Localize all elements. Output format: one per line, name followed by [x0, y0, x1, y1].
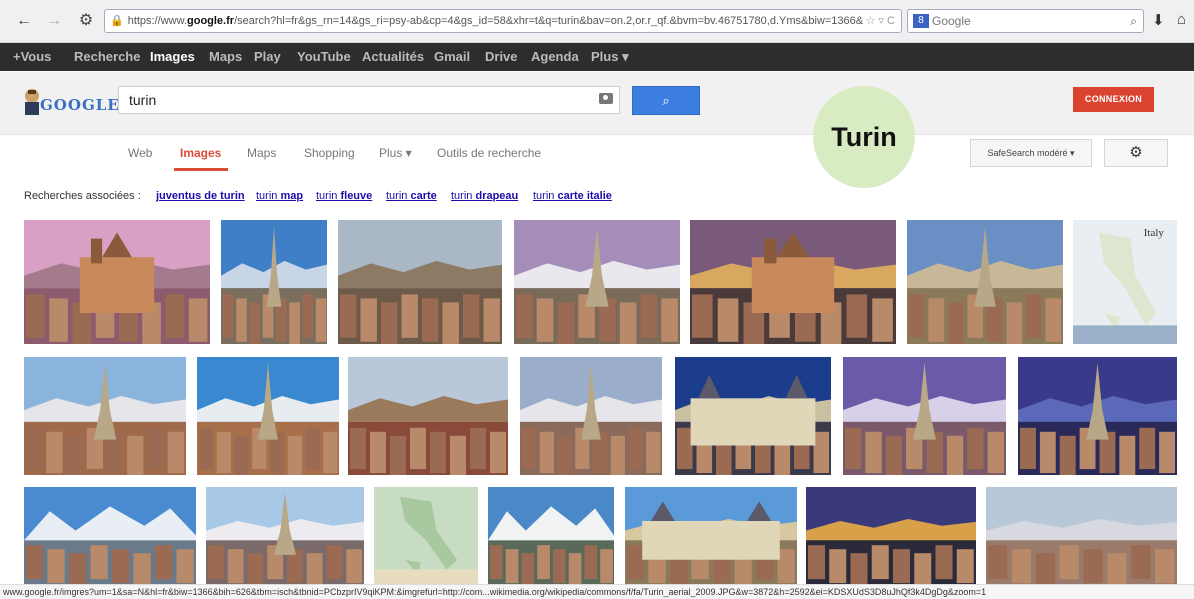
safesearch-dropdown[interactable]: SafeSearch modéré ▾ [970, 139, 1092, 167]
turin-annotation-circle: Turin [813, 86, 915, 188]
site-identity-icon[interactable]: ⚙ [76, 11, 96, 31]
related-link-map[interactable]: turin map [256, 190, 303, 202]
image-result-thumbnail[interactable] [24, 487, 196, 584]
google-engine-icon: 8 [913, 14, 929, 28]
image-result-thumbnail[interactable] [907, 220, 1063, 344]
bookmark-star-icon[interactable]: ☆ ▿ C [866, 10, 895, 32]
forward-arrow-icon[interactable]: → [44, 11, 64, 31]
gbar-item-youtube[interactable]: YouTube [297, 43, 351, 71]
search-input[interactable]: turin [118, 86, 620, 114]
browser-search-box[interactable]: 8 Google ⌕ [907, 9, 1144, 33]
image-result-thumbnail[interactable] [206, 487, 364, 584]
gbar-item-vous[interactable]: +Vous [13, 43, 51, 71]
address-bar[interactable]: 🔒 https://www.google.fr/search?hl=fr&gs_r… [104, 9, 902, 33]
home-icon[interactable]: ⌂ [1177, 11, 1186, 28]
search-button[interactable]: ⌕ [632, 86, 700, 115]
image-result-thumbnail[interactable] [625, 487, 797, 584]
image-result-thumbnail[interactable] [1018, 357, 1177, 475]
related-searches-label: Recherches associées : [24, 190, 141, 202]
search-icon: ⌕ [662, 93, 670, 108]
related-link-carte[interactable]: turin carte [386, 190, 437, 202]
image-result-thumbnail[interactable] [986, 487, 1177, 584]
tab-plus[interactable]: Plus ▾ [379, 146, 412, 160]
image-result-thumbnail[interactable] [675, 357, 831, 475]
related-link-juventus[interactable]: juventus de turin [156, 190, 245, 202]
related-link-carte-italie[interactable]: turin carte italie [533, 190, 612, 202]
image-result-thumbnail[interactable] [348, 357, 508, 475]
related-link-drapeau[interactable]: turin drapeau [451, 190, 518, 202]
gbar-item-maps[interactable]: Maps [209, 43, 242, 71]
image-result-thumbnail[interactable] [374, 487, 478, 584]
tab-shopping[interactable]: Shopping [304, 146, 355, 160]
back-arrow-icon[interactable]: ← [14, 11, 34, 31]
image-result-thumbnail[interactable]: Italy [1073, 220, 1177, 344]
connexion-button[interactable]: CONNEXION [1073, 87, 1154, 112]
status-bar-url: www.google.fr/imgres?um=1&sa=N&hl=fr&biw… [0, 584, 1194, 599]
tab-search-tools[interactable]: Outils de recherche [437, 146, 541, 160]
image-result-thumbnail[interactable] [488, 487, 614, 584]
image-result-thumbnail[interactable] [338, 220, 502, 344]
tab-maps[interactable]: Maps [247, 146, 276, 160]
gbar-item-plus[interactable]: Plus ▾ [591, 43, 629, 71]
gbar-item-recherche[interactable]: Recherche [74, 43, 140, 71]
image-result-thumbnail[interactable] [197, 357, 339, 475]
gear-icon[interactable]: ⚙ [1104, 139, 1168, 167]
image-result-thumbnail[interactable] [24, 220, 210, 344]
gbar-item-images[interactable]: Images [150, 43, 195, 71]
lock-icon: 🔒 [110, 15, 124, 27]
doodle-figure-icon [25, 89, 39, 115]
map-label: Italy [1144, 227, 1165, 239]
image-result-thumbnail[interactable] [514, 220, 680, 344]
related-link-fleuve[interactable]: turin fleuve [316, 190, 372, 202]
gbar-item-gmail[interactable]: Gmail [434, 43, 470, 71]
image-result-thumbnail[interactable] [843, 357, 1006, 475]
gbar-item-drive[interactable]: Drive [485, 43, 518, 71]
image-result-thumbnail[interactable] [806, 487, 976, 584]
image-result-thumbnail[interactable] [690, 220, 896, 344]
browser-toolbar: ← → ⚙ 🔒 https://www.google.fr/search?hl=f… [0, 0, 1194, 43]
download-icon[interactable]: ⬇ [1152, 11, 1165, 29]
camera-icon[interactable] [599, 93, 613, 104]
gbar-item-actualites[interactable]: Actualités [362, 43, 424, 71]
gbar-item-play[interactable]: Play [254, 43, 281, 71]
gbar-item-agenda[interactable]: Agenda [531, 43, 579, 71]
tab-images[interactable]: Images [180, 146, 221, 160]
google-doodle-logo[interactable]: GOOGLE [22, 87, 119, 117]
google-top-bar: +Vous Recherche Images Maps Play YouTube… [0, 43, 1194, 71]
image-result-thumbnail[interactable] [520, 357, 662, 475]
image-result-thumbnail[interactable] [221, 220, 327, 344]
active-tab-indicator [174, 168, 228, 171]
search-icon[interactable]: ⌕ [1130, 10, 1137, 32]
tab-web[interactable]: Web [128, 146, 152, 160]
image-result-thumbnail[interactable] [24, 357, 186, 475]
